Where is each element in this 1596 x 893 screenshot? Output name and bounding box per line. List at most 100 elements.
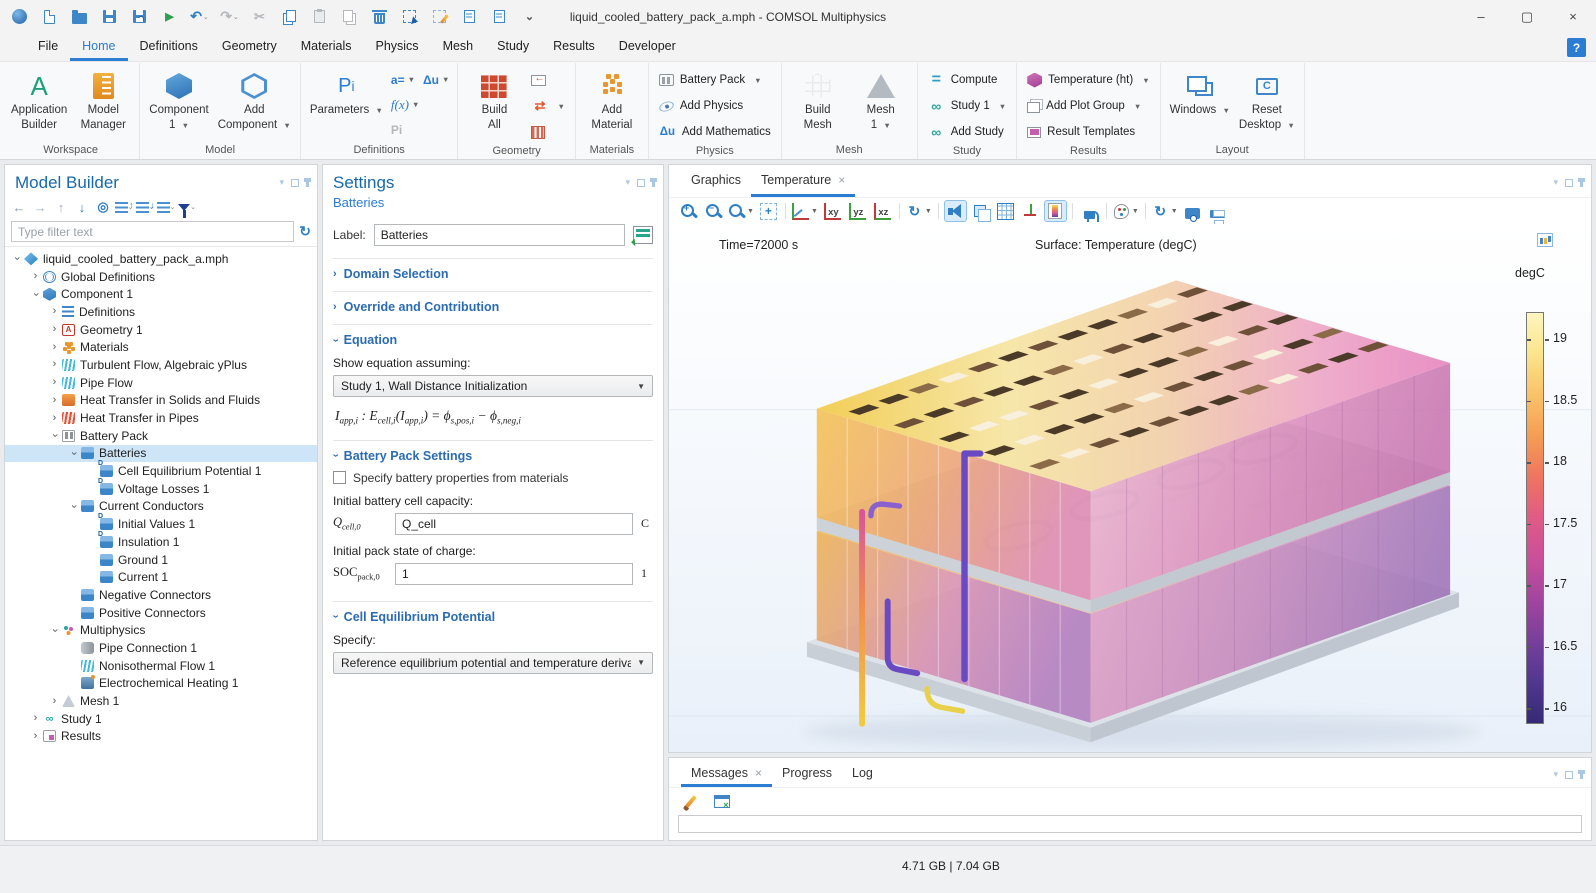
grid-button[interactable] xyxy=(994,200,1017,222)
find-icon[interactable] xyxy=(456,4,483,29)
tree-item-multiphysics[interactable]: ›Multiphysics xyxy=(5,621,317,639)
tree-item-liquid-cooled-battery-pack-a-mph[interactable]: ›liquid_cooled_battery_pack_a.mph xyxy=(5,250,317,268)
section-override-contribution[interactable]: ›Override and Contribution xyxy=(333,291,653,324)
panel-float-icon[interactable] xyxy=(1565,179,1573,187)
back-button[interactable]: ← xyxy=(9,197,29,217)
tree-expand-icon[interactable]: › xyxy=(11,253,22,264)
refresh-icon[interactable]: ↻ xyxy=(299,223,311,240)
section-equation[interactable]: ›Equation Show equation assuming: Study … xyxy=(333,324,653,440)
view-xy-button[interactable]: xy xyxy=(821,200,844,222)
tree-expand-icon[interactable]: › xyxy=(49,359,60,370)
tree-item-ground-1[interactable]: Ground 1 xyxy=(5,551,317,569)
print-button[interactable] xyxy=(1206,200,1229,222)
menu-file[interactable]: File xyxy=(26,33,70,61)
close-icon[interactable]: × xyxy=(755,766,762,780)
tree-item-materials[interactable]: ›Materials xyxy=(5,338,317,356)
maximize-button[interactable]: ▢ xyxy=(1504,0,1550,33)
delete-icon[interactable] xyxy=(366,4,393,29)
build-mesh-button[interactable]: BuildMesh xyxy=(787,64,849,135)
tree-expand-icon[interactable]: › xyxy=(30,289,41,300)
update-button[interactable]: ↻▼ xyxy=(1151,200,1179,222)
virtual-operations-icon[interactable] xyxy=(526,120,569,144)
tree-item-electrochemical-heating-1[interactable]: Electrochemical Heating 1 xyxy=(5,675,317,693)
panel-menu-icon[interactable]: ▾ xyxy=(1553,177,1558,188)
down-button[interactable]: ↓ xyxy=(72,197,92,217)
tree-expand-icon[interactable]: › xyxy=(49,696,60,707)
tree-item-heat-transfer-in-pipes[interactable]: ›Heat Transfer in Pipes xyxy=(5,409,317,427)
panel-float-icon[interactable] xyxy=(291,179,299,187)
study-1-button[interactable]: ∞Study 1▼ xyxy=(923,94,1011,118)
mesh-1-button[interactable]: Mesh1 ▼ xyxy=(850,64,912,135)
menu-physics[interactable]: Physics xyxy=(363,33,430,61)
tree-item-geometry-1[interactable]: ›AGeometry 1 xyxy=(5,321,317,339)
node-properties-icon[interactable] xyxy=(633,226,653,244)
lock-button[interactable] xyxy=(1078,200,1101,222)
paste-icon[interactable] xyxy=(306,4,333,29)
tree-item-turbulent-flow-algebraic-yplus[interactable]: ›Turbulent Flow, Algebraic yPlus xyxy=(5,356,317,374)
transparency-button[interactable] xyxy=(969,200,992,222)
specify-properties-checkbox[interactable] xyxy=(333,471,346,484)
collapse-button[interactable]: ⌄ xyxy=(156,197,176,217)
move-up-button[interactable]: ↑⌄ xyxy=(114,197,134,217)
section-battery-pack-settings[interactable]: ›Battery Pack Settings Specify battery p… xyxy=(333,440,653,601)
run-icon[interactable]: ▶ xyxy=(156,4,183,29)
clear-messages-button[interactable] xyxy=(679,790,702,812)
go-to-view-button[interactable]: ▼ xyxy=(791,200,819,222)
tree-item-initial-values-1[interactable]: Initial Values 1 xyxy=(5,515,317,533)
tree-expand-icon[interactable]: › xyxy=(30,713,41,724)
add-physics-button[interactable]: Add Physics xyxy=(654,94,776,118)
panel-pin-icon[interactable] xyxy=(652,178,655,187)
snapshot-button[interactable] xyxy=(1181,200,1204,222)
panel-pin-icon[interactable] xyxy=(1580,178,1583,187)
forward-button[interactable]: → xyxy=(30,197,50,217)
close-button[interactable]: × xyxy=(1550,0,1596,33)
cut-icon[interactable]: ✂ xyxy=(246,4,273,29)
tree-expand-icon[interactable]: › xyxy=(49,377,60,388)
component-1-button[interactable]: Component1 ▼ xyxy=(145,64,212,135)
menu-developer[interactable]: Developer xyxy=(607,33,688,61)
color-legend-button[interactable] xyxy=(1044,200,1067,222)
parameters-button-button[interactable]: PiParameters ▼ xyxy=(306,64,387,120)
scene-light-button[interactable] xyxy=(944,200,967,222)
find-results-icon[interactable] xyxy=(486,4,513,29)
zoom-out-button[interactable]: − xyxy=(702,200,725,222)
u-button[interactable]: Δu▼ xyxy=(423,73,449,87)
save-icon[interactable] xyxy=(96,4,123,29)
clear-selection-icon[interactable] xyxy=(426,4,453,29)
panel-menu-icon[interactable]: ▾ xyxy=(625,177,630,188)
result-templates-button[interactable]: Result Templates xyxy=(1022,120,1154,144)
save-as-icon[interactable] xyxy=(126,4,153,29)
up-button[interactable]: ↑ xyxy=(51,197,71,217)
orientation-button[interactable] xyxy=(1019,200,1042,222)
tree-item-component-1[interactable]: ›Component 1 xyxy=(5,285,317,303)
open-in-table-button[interactable] xyxy=(710,790,733,812)
appearance-button[interactable]: ▼ xyxy=(1112,200,1140,222)
soc-input[interactable] xyxy=(395,563,633,585)
duplicate-icon[interactable] xyxy=(336,4,363,29)
tree-expand-icon[interactable]: › xyxy=(49,430,60,441)
reset-desktop-button[interactable]: CResetDesktop ▼ xyxy=(1235,64,1299,135)
panel-float-icon[interactable] xyxy=(1565,771,1573,779)
tree-expand-icon[interactable]: › xyxy=(49,625,60,636)
fx-button[interactable]: f(x)▼ xyxy=(391,97,419,113)
show-button[interactable]: ◎ xyxy=(93,197,113,217)
rotate-button[interactable]: ↻▼ xyxy=(905,200,933,222)
undo-icon[interactable]: ↶⌄ xyxy=(186,4,213,29)
windows-button-button[interactable]: Windows ▼ xyxy=(1166,64,1234,120)
zoom-extents-button[interactable] xyxy=(757,200,780,222)
messages-tab-progress[interactable]: Progress xyxy=(772,758,842,787)
tree-item-pipe-connection-1[interactable]: Pipe Connection 1 xyxy=(5,639,317,657)
tree-item-battery-pack[interactable]: ›Battery Pack xyxy=(5,427,317,445)
import-icon[interactable] xyxy=(526,68,569,92)
menu-home[interactable]: Home xyxy=(70,33,127,61)
open-file-icon[interactable] xyxy=(66,4,93,29)
rebuild-icon[interactable]: ⇄▼ xyxy=(526,94,569,118)
view-yz-button[interactable]: yz xyxy=(846,200,869,222)
minimize-button[interactable]: – xyxy=(1458,0,1504,33)
tree-item-batteries[interactable]: ›Batteries xyxy=(5,445,317,463)
new-file-icon[interactable] xyxy=(36,4,63,29)
help-button[interactable]: ? xyxy=(1567,38,1586,57)
menu-mesh[interactable]: Mesh xyxy=(431,33,486,61)
model-tree-filter-button[interactable]: ⌄ xyxy=(177,197,197,217)
messages-tab-messages[interactable]: Messages× xyxy=(681,758,772,787)
